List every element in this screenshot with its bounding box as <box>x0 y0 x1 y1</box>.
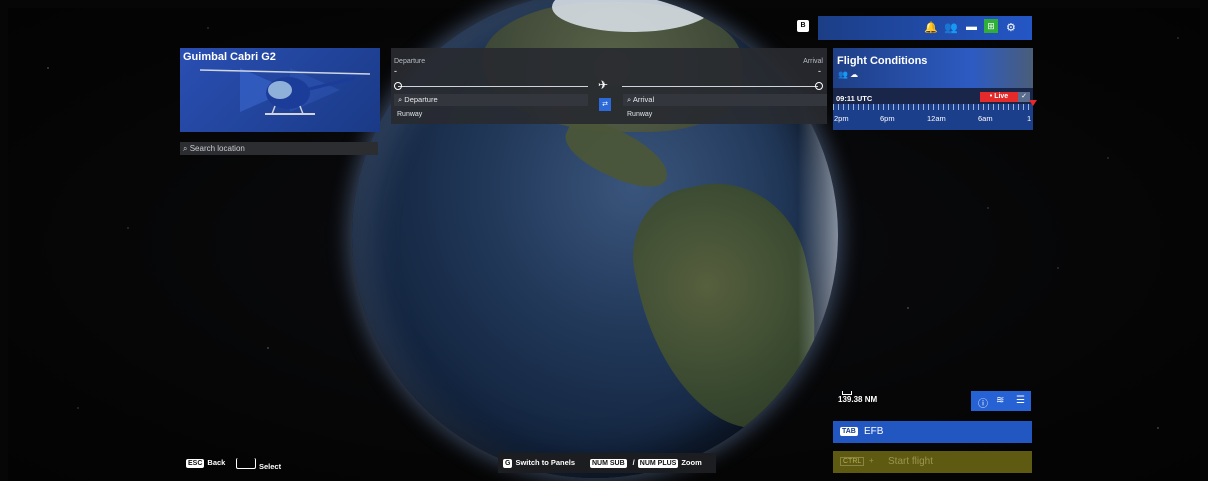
arrival-runway[interactable]: Runway <box>627 111 652 118</box>
start-flight-label: Start flight <box>888 456 934 467</box>
bell-icon[interactable]: 🔔 <box>924 21 938 34</box>
num-sub-key: NUM SUB <box>590 459 627 468</box>
slash: / <box>632 458 635 467</box>
departure-label: Departure <box>394 58 426 65</box>
time-marker[interactable] <box>1029 100 1037 106</box>
departure-dot <box>394 82 402 90</box>
space-key <box>236 458 256 469</box>
switch-panels-hint[interactable]: G Switch to Panels <box>503 458 575 468</box>
friends-icon[interactable]: 👥 <box>944 21 958 34</box>
efb-label: EFB <box>864 426 884 437</box>
tab-key: TAB <box>840 427 858 436</box>
select-label: Select <box>259 462 282 471</box>
num-plus-key: NUM PLUS <box>637 459 679 468</box>
back-label: Back <box>207 458 226 467</box>
esc-key: ESC <box>186 459 205 468</box>
zoom-label: Zoom <box>681 458 702 467</box>
arrival-search-field[interactable]: ⌕ Arrival <box>623 94 827 106</box>
aircraft-card[interactable]: Guimbal Cabri G2 <box>180 48 380 132</box>
flight-conditions-header <box>833 48 1033 88</box>
arrival-dot <box>815 82 823 90</box>
arrival-field-text: Arrival <box>632 95 655 104</box>
time-of-day-slider[interactable]: 2pm 6pm 12am 6am 1 <box>833 104 1033 130</box>
timeline-label: 6pm <box>880 114 895 123</box>
top-toolbar: 🔔 👥 ▬ ⊞ ⚙ <box>818 16 1032 40</box>
switch-label: Switch to Panels <box>515 458 576 467</box>
search-location-input[interactable]: ⌕ Search location <box>180 142 378 155</box>
ctrl-key: CTRL <box>840 457 865 466</box>
arrival-code: - <box>818 66 821 76</box>
swap-route-button[interactable]: ⇄ <box>599 98 611 111</box>
back-hint[interactable]: ESC Back <box>186 458 225 468</box>
arrival-line <box>622 86 818 87</box>
map-controls: ⓘ ≋ ☰ <box>971 391 1031 411</box>
timeline-label: 6am <box>978 114 993 123</box>
departure-code: - <box>394 66 397 76</box>
filter-icon[interactable]: ☰ <box>1016 395 1025 406</box>
utc-time: 09:11 UTC <box>836 94 873 103</box>
layers-icon[interactable]: ≋ <box>996 395 1004 406</box>
arrival-label: Arrival <box>803 58 823 65</box>
select-hint[interactable]: Select <box>236 458 281 471</box>
swap-icon: ⇄ <box>602 101 608 108</box>
live-toggle[interactable]: • Live <box>980 92 1018 102</box>
g-key: G <box>503 459 513 468</box>
chat-icon[interactable]: ▬ <box>966 21 977 33</box>
efb-button[interactable]: TAB EFB <box>833 421 1032 443</box>
airplane-icon: ✈ <box>598 78 609 92</box>
info-icon[interactable]: ⓘ <box>978 395 988 410</box>
departure-runway[interactable]: Runway <box>397 111 422 118</box>
helicopter-image <box>199 68 371 115</box>
departure-line <box>398 86 588 87</box>
search-icon: ⌕ <box>183 144 190 153</box>
flight-conditions-title: Flight Conditions <box>837 55 928 67</box>
search-placeholder: Search location <box>189 144 245 153</box>
weather-icons: 👥 ☁ <box>838 70 859 79</box>
timeline-ticks <box>833 104 1033 110</box>
departure-search-field[interactable]: ⌕ Departure <box>394 94 588 106</box>
start-flight-button[interactable]: CTRL + Start flight <box>833 451 1032 473</box>
settings-icon[interactable]: ⚙ <box>1006 21 1016 34</box>
timeline-label: 1 <box>1027 114 1032 123</box>
timeline-label: 2pm <box>834 114 849 123</box>
marketplace-icon[interactable]: ⊞ <box>984 19 998 33</box>
b-key-button[interactable]: B <box>797 20 809 32</box>
plus-sign: + <box>869 456 874 465</box>
map-scale: 139.38 NM <box>838 395 878 404</box>
departure-field-text: Departure <box>404 95 438 104</box>
zoom-hint[interactable]: NUM SUB / NUM PLUS Zoom <box>590 458 702 468</box>
timeline-label: 12am <box>927 114 946 123</box>
